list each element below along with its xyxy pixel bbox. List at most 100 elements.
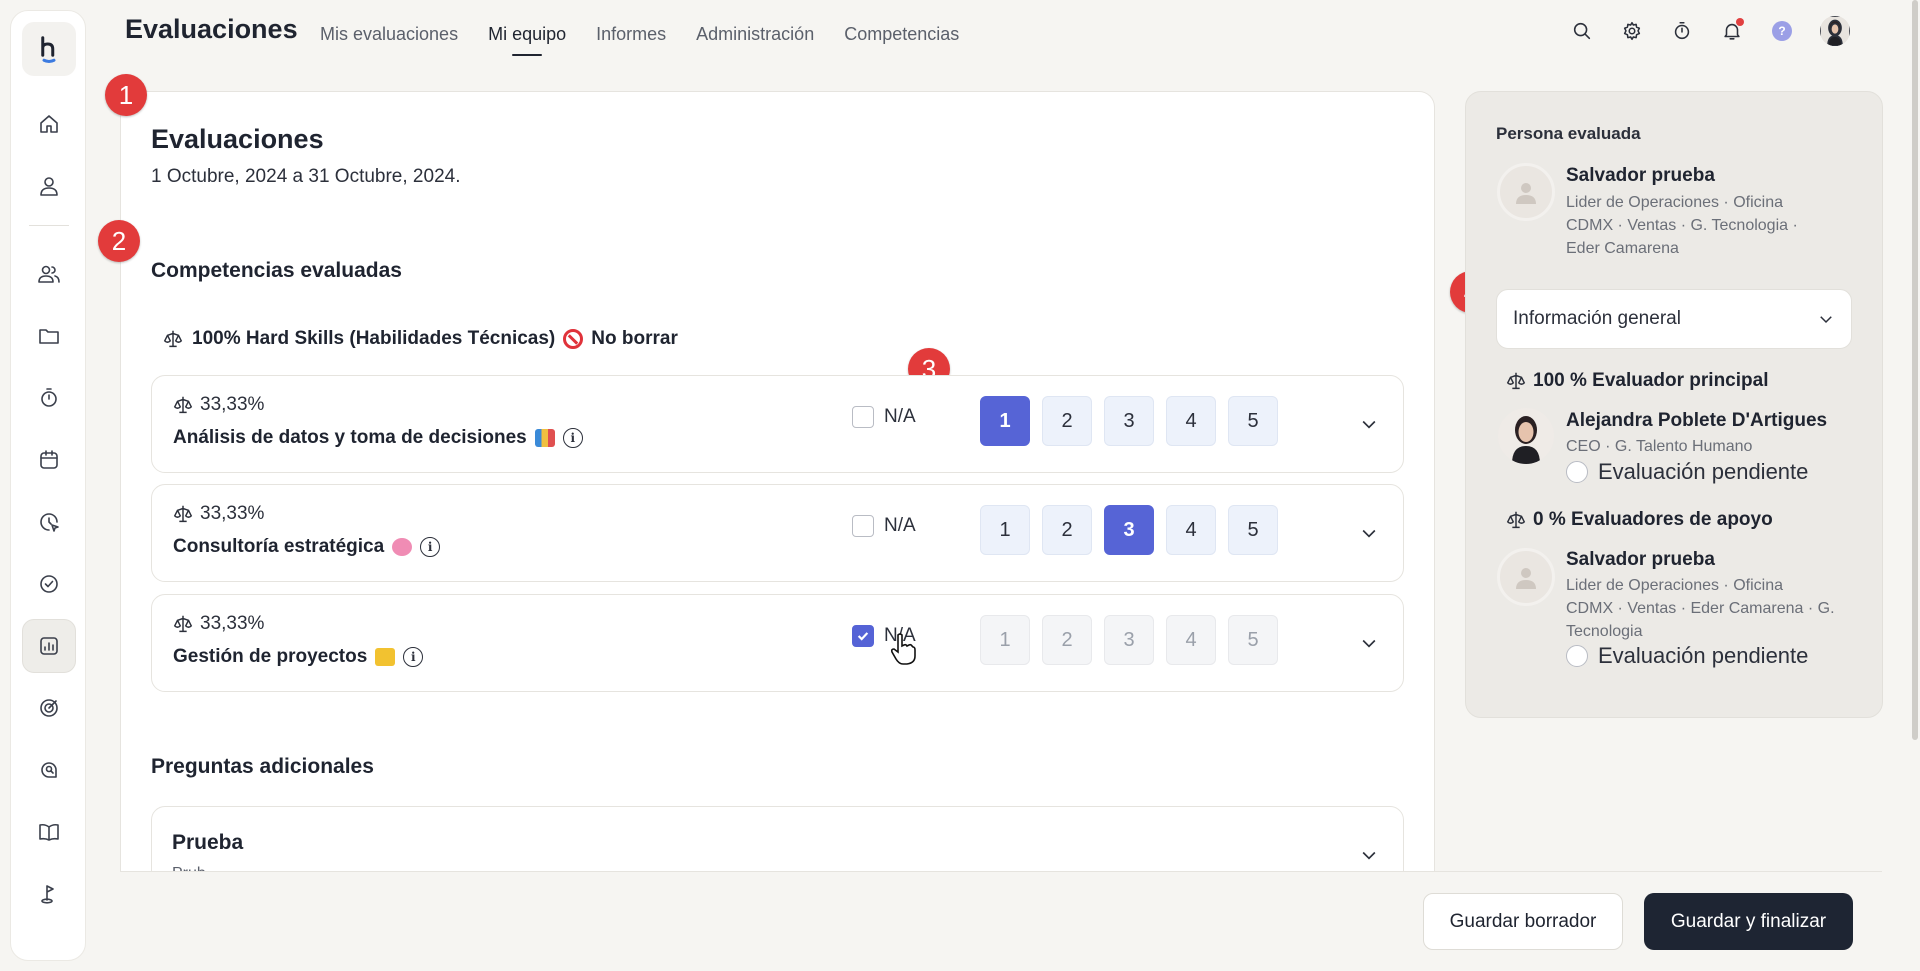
info-icon[interactable]: i — [562, 428, 583, 448]
support-evaluator-status: Evaluación pendiente — [1598, 643, 1809, 668]
evaluated-meta-line: Eder Camarena — [1566, 240, 1679, 257]
stopwatch-icon[interactable] — [22, 371, 76, 425]
book-icon[interactable] — [22, 805, 76, 859]
status-radio — [1566, 461, 1588, 483]
sidebar-rail — [10, 10, 86, 961]
main-evaluator-meta: CEO · G. Talento Humano — [1566, 438, 1753, 455]
competency-group: 100% Hard Skills (Habilidades Técnicas) … — [162, 328, 678, 350]
info-select[interactable]: Información general — [1496, 289, 1852, 349]
save-and-finish-button[interactable]: Guardar y finalizar — [1644, 893, 1853, 950]
tab-informes[interactable]: Informes — [596, 24, 666, 53]
gear-icon[interactable] — [1620, 19, 1644, 43]
people-icon[interactable] — [22, 247, 76, 301]
evaluation-card — [120, 91, 1435, 871]
competency-row: 33,33% Análisis de datos y toma de decis… — [151, 375, 1404, 473]
calendar-icon[interactable] — [22, 433, 76, 487]
person-icon[interactable] — [22, 159, 76, 213]
score-button[interactable]: 3 — [1104, 396, 1154, 446]
tab-administracion[interactable]: Administración — [696, 24, 814, 53]
scale-icon — [163, 330, 183, 348]
competency-weight: 33,33% — [200, 613, 265, 634]
score-button[interactable]: 1 — [980, 505, 1030, 555]
support-meta-line: Tecnologia — [1566, 623, 1643, 640]
main-evaluator-name: Alejandra Poblete D'Artigues — [1566, 410, 1828, 431]
score-button: 2 — [1042, 615, 1092, 665]
competencies-title: Competencias evaluadas — [151, 259, 402, 282]
score-button: 3 — [1104, 615, 1154, 665]
evaluated-name: Salvador prueba — [1566, 165, 1715, 186]
score-selector: 1 2 3 4 5 — [980, 505, 1278, 555]
chevron-down-icon[interactable] — [1359, 845, 1379, 865]
score-button[interactable]: 2 — [1042, 505, 1092, 555]
competency-row: 33,33% Gestión de proyectos i N/A 1 2 3 … — [151, 594, 1404, 692]
na-checkbox[interactable] — [852, 406, 874, 428]
na-label: N/A — [884, 515, 916, 536]
help-icon[interactable]: ? — [1770, 19, 1794, 43]
page-scrollbar[interactable] — [1912, 0, 1918, 740]
search-icon[interactable] — [1570, 19, 1594, 43]
no-entry-icon — [563, 329, 584, 349]
avatar-placeholder — [1497, 548, 1555, 606]
competency-name: Consultoría estratégica — [173, 536, 385, 557]
chevron-down-icon[interactable] — [1359, 523, 1379, 543]
golf-icon[interactable] — [22, 867, 76, 921]
brand-logo[interactable] — [22, 22, 76, 76]
brain-emoji-icon — [392, 538, 413, 556]
tab-mis-evaluaciones[interactable]: Mis evaluaciones — [320, 24, 458, 53]
bell-icon[interactable] — [1720, 18, 1744, 43]
support-evaluator-name: Salvador prueba — [1566, 549, 1715, 570]
score-button[interactable]: 5 — [1228, 396, 1278, 446]
target-icon[interactable] — [22, 681, 76, 735]
topbar-actions: ? — [1570, 16, 1850, 46]
score-button[interactable]: 1 — [980, 396, 1030, 446]
additional-questions-title: Preguntas adicionales — [151, 755, 374, 778]
evaluator-avatar — [1498, 408, 1554, 464]
timer-icon[interactable] — [1670, 19, 1694, 43]
info-icon[interactable]: i — [403, 647, 424, 667]
score-button[interactable]: 3 — [1104, 505, 1154, 555]
na-checkbox[interactable] — [852, 625, 874, 647]
chart-emoji-icon — [534, 429, 555, 447]
step-badge-1: 1 — [105, 74, 147, 116]
tab-competencias[interactable]: Competencias — [844, 24, 959, 53]
clock-cursor-icon[interactable] — [22, 495, 76, 549]
chevron-down-icon — [1820, 316, 1832, 324]
na-checkbox[interactable] — [852, 515, 874, 537]
step-badge-2: 2 — [98, 220, 140, 262]
score-selector: 1 2 3 4 5 — [980, 396, 1278, 446]
scale-icon — [173, 505, 193, 523]
info-icon[interactable]: i — [420, 537, 441, 557]
evaluated-person-label: Persona evaluada — [1496, 124, 1641, 143]
na-label: N/A — [884, 406, 916, 427]
check-circle-icon[interactable] — [22, 557, 76, 611]
competency-name: Análisis de datos y toma de decisiones — [173, 427, 527, 448]
score-button[interactable]: 5 — [1228, 505, 1278, 555]
scale-icon — [1506, 372, 1526, 390]
scale-icon — [1506, 511, 1526, 529]
score-button: 5 — [1228, 615, 1278, 665]
score-button[interactable]: 4 — [1166, 505, 1216, 555]
competency-weight: 33,33% — [200, 503, 265, 524]
top-nav: Mis evaluaciones Mi equipo Informes Admi… — [320, 24, 959, 56]
notification-dot — [1736, 18, 1744, 26]
score-button: 1 — [980, 615, 1030, 665]
score-button[interactable]: 4 — [1166, 396, 1216, 446]
folder-icon[interactable] — [22, 309, 76, 363]
competency-name: Gestión de proyectos — [173, 646, 368, 667]
chevron-down-icon[interactable] — [1359, 633, 1379, 653]
search-chat-icon[interactable] — [22, 743, 76, 797]
tab-mi-equipo[interactable]: Mi equipo — [488, 24, 566, 56]
scale-icon — [173, 615, 193, 633]
evaluation-period: 1 Octubre, 2024 a 31 Octubre, 2024. — [151, 166, 461, 187]
competency-weight: 33,33% — [200, 394, 265, 415]
home-icon[interactable] — [22, 97, 76, 151]
save-draft-button[interactable]: Guardar borrador — [1423, 893, 1623, 950]
app-title: Evaluaciones — [125, 14, 298, 44]
score-button[interactable]: 2 — [1042, 396, 1092, 446]
support-evaluators-title: 0 % Evaluadores de apoyo — [1533, 509, 1773, 530]
evaluated-meta-line: Lider de Operaciones · Oficina — [1566, 194, 1783, 211]
support-meta-line: CDMX · Ventas · Eder Camarena · G. — [1566, 600, 1835, 617]
chevron-down-icon[interactable] — [1359, 414, 1379, 434]
chart-icon[interactable] — [22, 619, 76, 673]
user-avatar[interactable] — [1820, 16, 1850, 46]
